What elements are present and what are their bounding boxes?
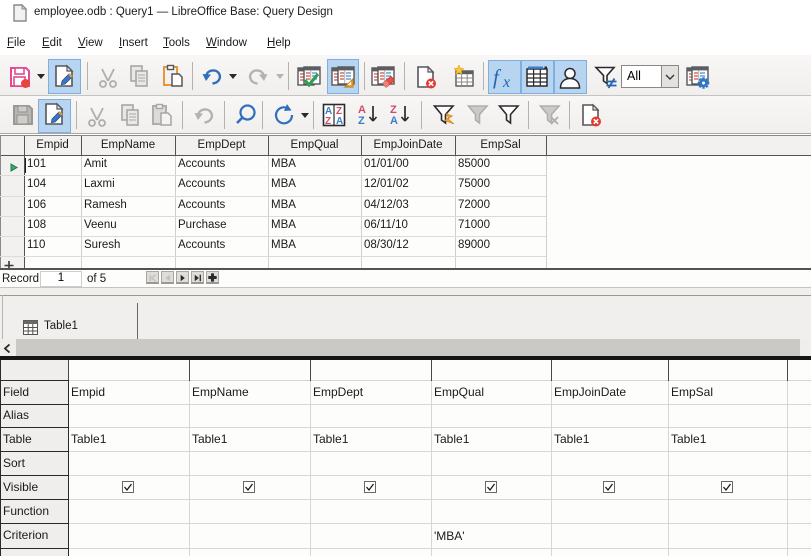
svg-text:Z: Z — [325, 116, 331, 127]
svg-text:A: A — [390, 115, 398, 127]
svg-text:Z: Z — [358, 115, 365, 127]
svg-text:A: A — [336, 116, 343, 127]
svg-text:f: f — [493, 65, 502, 89]
svg-text:x: x — [502, 74, 510, 89]
